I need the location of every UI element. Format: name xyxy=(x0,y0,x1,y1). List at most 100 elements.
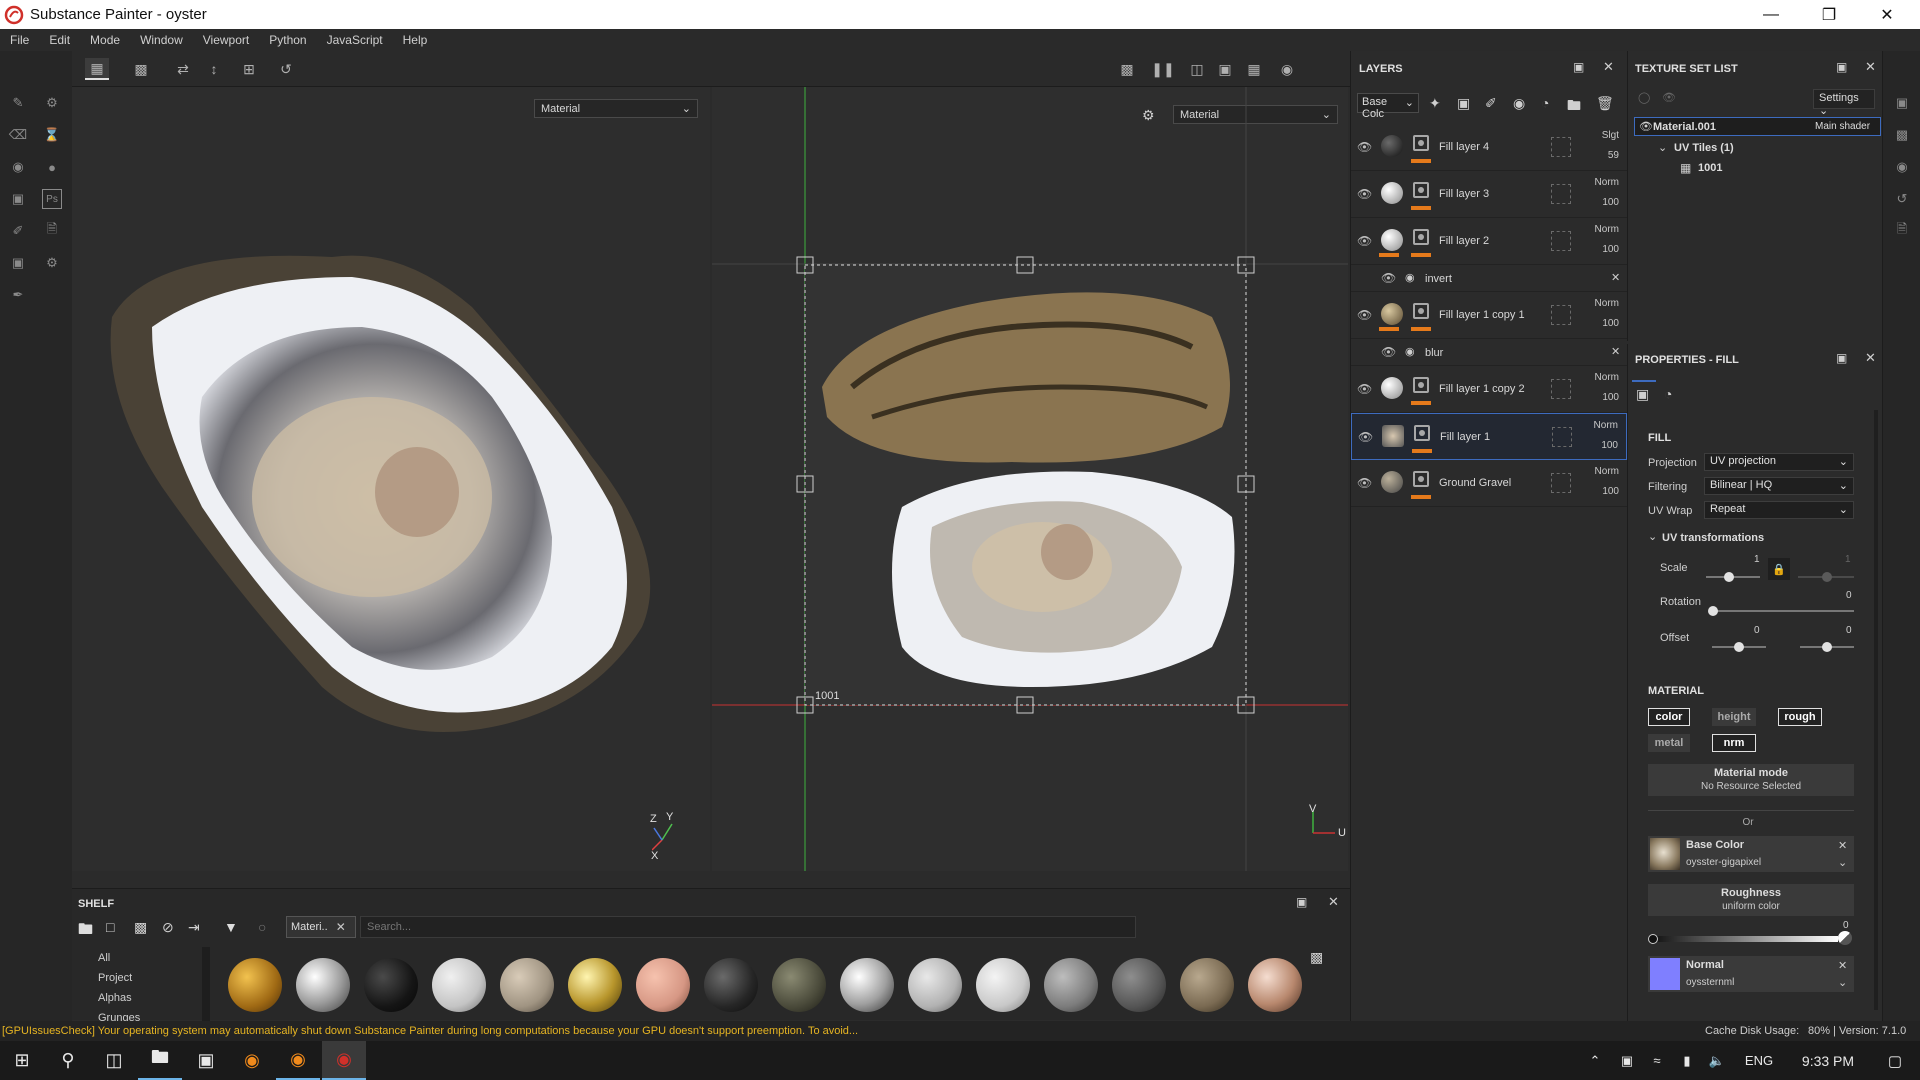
view-flip-icon[interactable]: ⇄ xyxy=(171,58,195,80)
material-thumbnail[interactable] xyxy=(772,958,826,1012)
tray-chevron-icon[interactable]: ⌃ xyxy=(1580,1041,1610,1080)
material-tab-icon[interactable]: ◔ xyxy=(1664,386,1672,402)
add-smart-material-icon[interactable]: ◔ xyxy=(1541,95,1549,111)
menu-python[interactable]: Python xyxy=(259,33,316,47)
layer-row[interactable]: 👁 Fill layer 2 Norm 100 xyxy=(1351,218,1627,265)
notifications-icon[interactable]: ▢ xyxy=(1875,1041,1915,1080)
visibility-eye-icon[interactable]: 👁 xyxy=(1381,345,1399,359)
material-thumbnail[interactable] xyxy=(976,958,1030,1012)
projection-dropdown[interactable]: UV projection ⌄ xyxy=(1704,453,1854,471)
menu-javascript[interactable]: JavaScript xyxy=(317,33,393,47)
layer-opacity[interactable]: 100 xyxy=(1602,197,1619,208)
material-thumbnail[interactable] xyxy=(568,958,622,1012)
texture-set-icon[interactable]: ▣ xyxy=(1892,93,1912,113)
view-align-icon[interactable]: ↕ xyxy=(202,58,226,80)
shelf-filter-tag[interactable]: Materi.. ✕ xyxy=(286,916,356,938)
add-folder-icon[interactable]: 🖿 xyxy=(1567,95,1581,119)
layer-opacity[interactable]: 100 xyxy=(1601,440,1618,451)
material-row[interactable]: 👁 Material.001 Main shader xyxy=(1634,117,1881,136)
add-view-icon[interactable]: ⊞ xyxy=(237,58,261,80)
color-picker-icon[interactable]: ✒ xyxy=(8,285,28,305)
color-picker-icon[interactable] xyxy=(1838,931,1852,945)
layer-blend-mode[interactable]: Norm xyxy=(1595,224,1619,235)
base-color-slot[interactable]: Base Color oysster-gigapixel ✕ ⌄ xyxy=(1648,836,1854,872)
eraser-icon[interactable]: ⌫ xyxy=(8,125,28,145)
display-settings-icon[interactable]: ▩ xyxy=(1892,125,1912,145)
add-effect-icon[interactable]: ✦ xyxy=(1429,95,1441,112)
effect-row[interactable]: 👁 ◉ invert ✕ xyxy=(1351,265,1627,292)
blender-active-icon[interactable]: ◉ xyxy=(276,1041,320,1080)
props-close-icon[interactable]: ✕ xyxy=(1865,350,1876,366)
roughness-slider-knob[interactable] xyxy=(1648,934,1658,944)
import-icon[interactable]: ⇥ xyxy=(188,919,200,936)
menu-mode[interactable]: Mode xyxy=(80,33,130,47)
uv-tile-id[interactable]: 1001 xyxy=(1698,162,1722,174)
material-thumbnail[interactable] xyxy=(908,958,962,1012)
layer-opacity[interactable]: 59 xyxy=(1608,150,1619,161)
link-icon[interactable]: ◯ xyxy=(1638,91,1650,104)
layer-blend-mode[interactable]: Norm xyxy=(1595,177,1619,188)
visibility-eye-icon[interactable]: 👁 xyxy=(1357,187,1375,201)
material-thumbnail[interactable] xyxy=(636,958,690,1012)
search-icon[interactable]: ⚲ xyxy=(46,1041,90,1080)
layer-blend-mode[interactable]: Norm xyxy=(1595,372,1619,383)
chevron-down-icon[interactable]: ⌄ xyxy=(1648,530,1657,543)
eye-outline-icon[interactable]: 👁 xyxy=(1662,91,1676,104)
remove-effect-icon[interactable]: ✕ xyxy=(1611,345,1620,358)
substance-painter-taskbar-icon[interactable]: ◉ xyxy=(322,1041,366,1080)
bake-settings-icon[interactable]: ⚙ xyxy=(42,253,62,273)
wifi-icon[interactable]: ≈ xyxy=(1642,1041,1672,1080)
shelf-search-input[interactable] xyxy=(360,916,1136,938)
smudge-icon[interactable]: ▣ xyxy=(8,189,28,209)
material-thumbnail[interactable] xyxy=(840,958,894,1012)
tsl-float-icon[interactable]: ▣ xyxy=(1836,60,1847,74)
hide-icon[interactable]: ▩ xyxy=(1115,58,1139,80)
rotation-slider-knob[interactable] xyxy=(1708,606,1718,616)
layer-blend-mode[interactable]: Norm xyxy=(1594,420,1618,431)
minimize-icon[interactable]: — xyxy=(1742,0,1800,29)
normal-slot[interactable]: Normal oyssternml ✕ ⌄ xyxy=(1648,956,1854,992)
filtering-dropdown[interactable]: Bilinear | HQ ⌄ xyxy=(1704,477,1854,495)
save-shelf-icon[interactable]: ▩ xyxy=(134,919,147,936)
material-thumbnail[interactable] xyxy=(364,958,418,1012)
clone-tool-icon[interactable]: ✐ xyxy=(8,221,28,241)
remove-resource-icon[interactable]: ✕ xyxy=(1838,959,1847,972)
tool-settings-icon[interactable]: ⚙ xyxy=(42,93,62,113)
history-panel-icon[interactable]: ↺ xyxy=(1892,189,1912,209)
language-indicator[interactable]: ENG xyxy=(1738,1041,1780,1080)
app-icon[interactable]: ▣ xyxy=(184,1041,228,1080)
shelf-close-icon[interactable]: ✕ xyxy=(1328,894,1339,910)
add-paint-layer-icon[interactable]: ✐ xyxy=(1485,95,1497,112)
visibility-eye-icon[interactable]: 👁 xyxy=(1357,308,1375,322)
stamp-icon[interactable]: ▣ xyxy=(8,253,28,273)
file-explorer-icon[interactable]: 🖿 xyxy=(138,1041,182,1080)
paint-brush-icon[interactable]: ✎ xyxy=(8,93,28,113)
add-fill-layer-icon[interactable]: ◉ xyxy=(1513,95,1525,112)
menu-help[interactable]: Help xyxy=(393,33,438,47)
maximize-icon[interactable]: ❐ xyxy=(1800,0,1858,29)
roughness-slider[interactable] xyxy=(1652,936,1838,942)
settings-dropdown[interactable]: Settings ⌄ xyxy=(1813,89,1875,117)
lock-icon[interactable]: 🔒 xyxy=(1768,558,1790,580)
menu-window[interactable]: Window xyxy=(130,33,193,47)
material-thumbnail[interactable] xyxy=(228,958,282,1012)
shelf-category-alphas[interactable]: Alphas xyxy=(98,992,132,1004)
camera-icon[interactable]: ▦ xyxy=(1242,58,1266,80)
remove-filter-icon[interactable]: ✕ xyxy=(336,920,346,934)
photoshop-export-icon[interactable]: Ps xyxy=(42,189,62,209)
cube-icon[interactable]: ▣ xyxy=(1213,58,1237,80)
channel-rough-toggle[interactable]: rough xyxy=(1778,708,1822,726)
layer-opacity[interactable]: 100 xyxy=(1602,244,1619,255)
folder-icon[interactable]: 🖿 xyxy=(78,919,93,944)
channel-metal-toggle[interactable]: metal xyxy=(1648,734,1690,752)
channel-dropdown[interactable]: Base Colc ⌄ xyxy=(1357,93,1419,120)
layer-row[interactable]: 👁 Ground Gravel Norm 100 xyxy=(1351,460,1627,507)
close-window-icon[interactable]: ✕ xyxy=(1858,0,1916,29)
visibility-eye-icon[interactable]: 👁 xyxy=(1639,120,1653,133)
effect-row[interactable]: 👁 ◉ blur ✕ xyxy=(1351,339,1627,366)
visibility-eye-icon[interactable]: 👁 xyxy=(1381,271,1399,285)
visibility-eye-icon[interactable]: 👁 xyxy=(1357,476,1375,490)
battery-icon[interactable]: ▮ xyxy=(1672,1041,1702,1080)
shelf-scrollbar[interactable] xyxy=(202,947,210,1021)
tsl-close-icon[interactable]: ✕ xyxy=(1865,59,1876,75)
